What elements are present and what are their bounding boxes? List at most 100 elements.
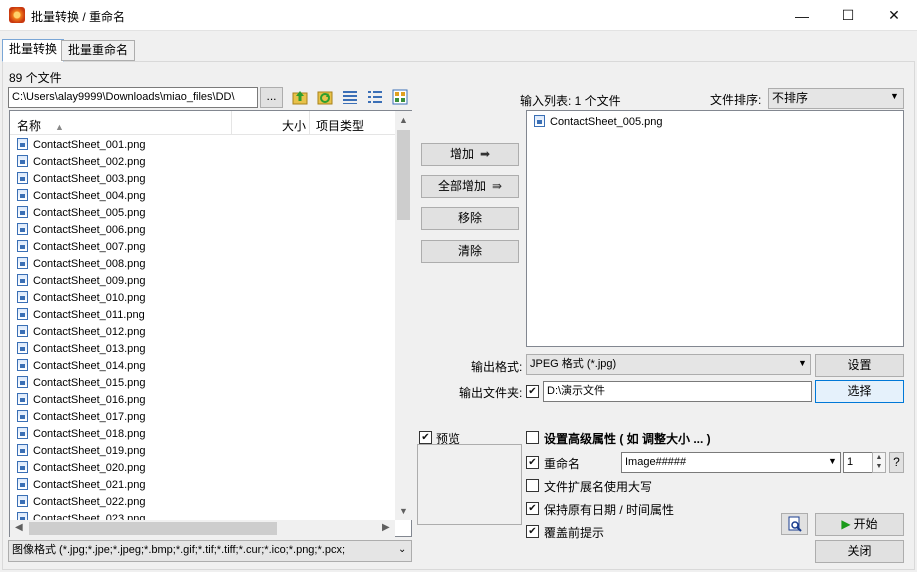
image-file-icon [17, 410, 28, 422]
refresh-icon[interactable] [317, 89, 333, 105]
horizontal-scrollbar[interactable]: ◀ ▶ [10, 520, 395, 537]
file-type-filter[interactable]: 图像格式 (*.jpg;*.jpe;*.jpeg;*.bmp;*.gif;*.t… [8, 540, 412, 562]
advanced-checkbox[interactable] [526, 431, 539, 444]
file-list-item[interactable]: ContactSheet_013.png [10, 341, 395, 358]
input-list[interactable]: ContactSheet_005.png [526, 110, 904, 347]
image-file-icon [17, 223, 28, 235]
minimize-button[interactable]: — [779, 0, 825, 31]
file-list-item[interactable]: ContactSheet_017.png [10, 409, 395, 426]
tab-batch-rename[interactable]: 批量重命名 [61, 40, 136, 61]
stepper-up-icon[interactable]: ▲ [873, 453, 885, 462]
checkmark-icon: ✔ [528, 385, 537, 397]
file-name: ContactSheet_013.png [33, 343, 146, 355]
format-dropdown-icon: ▼ [798, 358, 807, 368]
maximize-icon: ☐ [841, 7, 855, 23]
file-list-item[interactable]: ContactSheet_009.png [10, 273, 395, 290]
clear-button[interactable]: 清除 [421, 240, 519, 263]
column-size[interactable]: 大小 [282, 117, 306, 134]
file-name: ContactSheet_020.png [33, 462, 146, 474]
list-view-icon[interactable] [367, 89, 383, 105]
thumbnail-view-icon[interactable] [392, 89, 408, 105]
keep-date-checkbox[interactable]: ✔ [526, 502, 539, 515]
file-list-item[interactable]: ContactSheet_006.png [10, 222, 395, 239]
file-list[interactable]: 名称 ▲ 大小 项目类型 ContactSheet_001.png ContactS… [9, 110, 412, 537]
file-list-item[interactable]: ContactSheet_014.png [10, 358, 395, 375]
preview-checkbox[interactable]: ✔ [419, 431, 432, 444]
tab-batch-convert[interactable]: 批量转换 [2, 39, 65, 62]
rename-pattern-value: Image##### [625, 456, 687, 468]
file-list-item[interactable]: ContactSheet_019.png [10, 443, 395, 460]
path-input[interactable]: C:\Users\alay9999\Downloads\miao_files\D… [8, 87, 258, 108]
help-button[interactable]: ? [889, 452, 904, 473]
file-list-item[interactable]: ContactSheet_012.png [10, 324, 395, 341]
output-folder-checkbox[interactable]: ✔ [526, 385, 539, 398]
uppercase-ext-checkbox[interactable] [526, 479, 539, 492]
sort-dropdown-icon: ▼ [890, 91, 899, 101]
file-name: ContactSheet_017.png [33, 411, 146, 423]
image-file-icon [17, 257, 28, 269]
file-list-item[interactable]: ContactSheet_018.png [10, 426, 395, 443]
file-list-item[interactable]: ContactSheet_005.png [10, 205, 395, 222]
rename-checkbox[interactable]: ✔ [526, 456, 539, 469]
file-list-item[interactable]: ContactSheet_007.png [10, 239, 395, 256]
output-folder-input[interactable]: D:\演示文件 [543, 381, 812, 402]
stepper-down-icon[interactable]: ▼ [873, 462, 885, 472]
start-number-input[interactable]: 1 [843, 452, 873, 473]
add-button[interactable]: 增加 ➡ [421, 143, 519, 166]
file-list-item[interactable]: ContactSheet_022.png [10, 494, 395, 511]
column-type[interactable]: 项目类型 [316, 117, 364, 134]
sort-select-value: 不排序 [772, 91, 809, 105]
sort-select[interactable]: 不排序 [768, 88, 904, 109]
maximize-button[interactable]: ☐ [825, 0, 871, 31]
output-format-select[interactable]: JPEG 格式 (*.jpg) [526, 354, 811, 375]
image-file-icon [17, 274, 28, 286]
image-file-icon [17, 376, 28, 388]
file-rows: ContactSheet_001.png ContactSheet_002.png… [10, 137, 395, 521]
close-button[interactable]: 关闭 [815, 540, 904, 563]
file-list-item[interactable]: ContactSheet_021.png [10, 477, 395, 494]
image-file-icon [534, 115, 545, 127]
file-name: ContactSheet_012.png [33, 326, 146, 338]
add-all-button[interactable]: 全部增加 ⇛ [421, 175, 519, 198]
file-name: ContactSheet_008.png [33, 258, 146, 270]
file-list-item[interactable]: ContactSheet_003.png [10, 171, 395, 188]
file-list-item[interactable]: ContactSheet_015.png [10, 375, 395, 392]
start-number-stepper[interactable]: ▲ ▼ [872, 452, 886, 473]
remove-button[interactable]: 移除 [421, 207, 519, 230]
file-list-item[interactable]: ContactSheet_011.png [10, 307, 395, 324]
vertical-scrollbar[interactable]: ▲ ▼ [395, 111, 412, 520]
column-divider [231, 111, 232, 135]
file-list-item[interactable]: ContactSheet_001.png [10, 137, 395, 154]
rename-pattern-input[interactable]: Image##### [621, 452, 841, 473]
scrollbar-thumb[interactable] [397, 130, 410, 220]
browse-button[interactable]: ... [260, 87, 283, 108]
file-list-item[interactable]: ContactSheet_008.png [10, 256, 395, 273]
file-list-item[interactable]: ContactSheet_010.png [10, 290, 395, 307]
arrow-right-icon: ➡ [479, 147, 491, 161]
file-list-item[interactable]: ContactSheet_002.png [10, 154, 395, 171]
image-file-icon [17, 138, 28, 150]
settings-button[interactable]: 设置 [815, 354, 904, 377]
input-list-item[interactable]: ContactSheet_005.png [527, 114, 903, 131]
scroll-up-icon[interactable]: ▲ [399, 115, 408, 125]
overwrite-prompt-checkbox[interactable]: ✔ [526, 525, 539, 538]
start-button[interactable]: ▶ 开始 [815, 513, 904, 536]
file-name: ContactSheet_010.png [33, 292, 146, 304]
preview-search-button[interactable] [781, 513, 808, 535]
image-file-icon [17, 155, 28, 167]
file-list-item[interactable]: ContactSheet_004.png [10, 188, 395, 205]
close-window-button[interactable]: ✕ [871, 0, 917, 31]
magnifier-icon [788, 516, 802, 532]
up-folder-icon[interactable] [292, 89, 308, 105]
scroll-right-icon[interactable]: ▶ [382, 522, 390, 533]
h-scrollbar-thumb[interactable] [29, 522, 277, 535]
file-list-item[interactable]: ContactSheet_016.png [10, 392, 395, 409]
file-list-header: 名称 ▲ 大小 项目类型 [10, 111, 395, 135]
details-view-icon[interactable] [342, 89, 358, 105]
column-name[interactable]: 名称 ▲ [17, 117, 64, 134]
choose-folder-button[interactable]: 选择 [815, 380, 904, 403]
scroll-down-icon[interactable]: ▼ [399, 506, 408, 516]
file-list-item[interactable]: ContactSheet_020.png [10, 460, 395, 477]
scroll-left-icon[interactable]: ◀ [15, 522, 23, 533]
window-title: 批量转换 / 重命名 [31, 10, 126, 24]
